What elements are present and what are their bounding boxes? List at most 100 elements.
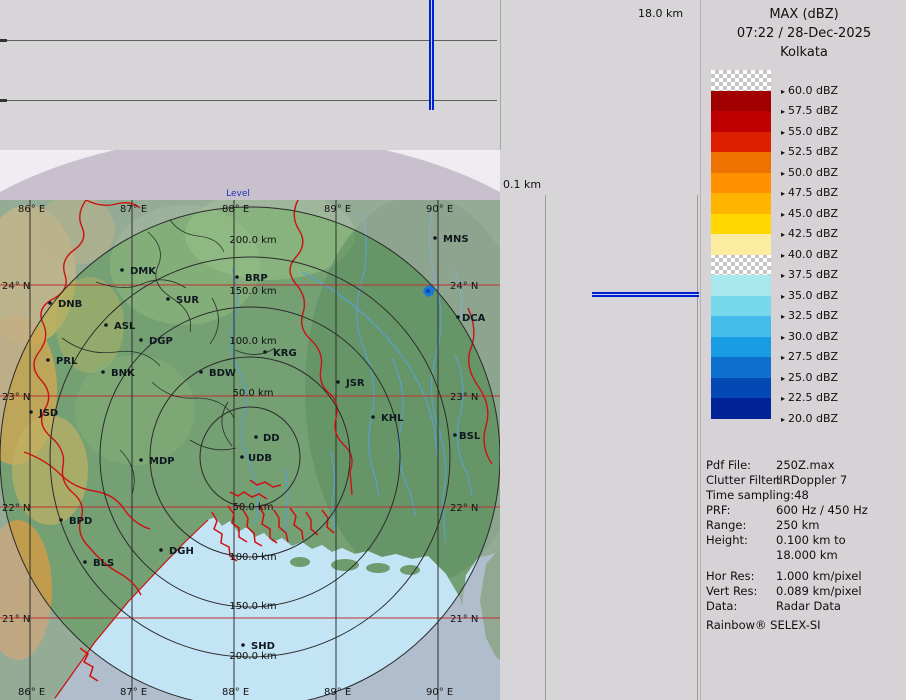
latitude-label-left: 22° N: [2, 503, 30, 514]
scale-arrow-icon: ▸: [781, 128, 785, 137]
scale-row: ▸37.5 dBZ: [711, 255, 771, 276]
scale-arrow-icon: ▸: [781, 251, 785, 260]
city-label-PRL: PRL: [56, 356, 78, 367]
scale-arrow-icon: ▸: [781, 353, 785, 362]
scale-row: ▸27.5 dBZ: [711, 337, 771, 358]
longitude-label-top: 89° E: [324, 204, 351, 215]
longitude-label-top: 90° E: [426, 204, 453, 215]
product-datetime: 07:22 / 28-Dec-2025: [701, 26, 906, 41]
min-height-label: 0.1 km: [503, 178, 541, 191]
scale-label: ▸42.5 dBZ: [781, 227, 838, 240]
scale-row: ▸50.0 dBZ: [711, 152, 771, 173]
scale-swatch: [711, 70, 771, 91]
scale-label: ▸45.0 dBZ: [781, 207, 838, 220]
info-value: 0.089 km/pixel: [776, 584, 862, 598]
latitude-label-right: 24° N: [450, 281, 478, 292]
axis-tick: [0, 99, 7, 102]
scale-arrow-icon: ▸: [781, 271, 785, 280]
range-ring-label: 200.0 km: [229, 651, 276, 662]
info-label: Time sampling:48: [706, 488, 809, 502]
scale-swatch: [711, 357, 771, 378]
radar-map-panel[interactable]: MNSDMKBRPSURDNBDCAASLDGPKRGPRLBDWBNKJSRJ…: [0, 150, 500, 700]
info-row: Vert Res:0.089 km/pixel: [701, 584, 906, 599]
info-row: 18.000 km: [701, 548, 906, 563]
radar-map[interactable]: MNSDMKBRPSURDNBDCAASLDGPKRGPRLBDWBNKJSRJ…: [0, 150, 500, 700]
info-label: Hor Res:: [706, 569, 754, 583]
level-label: Level: [226, 189, 250, 199]
scale-arrow-icon: ▸: [781, 148, 785, 157]
scale-swatch: [711, 132, 771, 153]
info-value: 600 Hz / 450 Hz: [776, 503, 868, 517]
scale-label: ▸47.5 dBZ: [781, 186, 838, 199]
scale-swatch: [711, 378, 771, 399]
longitude-label-top: 86° E: [18, 204, 45, 215]
longitude-label-bottom: 88° E: [222, 687, 249, 698]
scale-row: ▸42.5 dBZ: [711, 214, 771, 235]
scale-arrow-icon: ▸: [781, 169, 785, 178]
city-label-DD: DD: [263, 433, 280, 444]
axis-tick: [0, 39, 7, 42]
scale-swatch: [711, 275, 771, 296]
info-label: PRF:: [706, 503, 731, 517]
scale-row: ▸45.0 dBZ: [711, 193, 771, 214]
scale-row: ▸55.0 dBZ: [711, 111, 771, 132]
city-dot-ASL: [104, 323, 108, 327]
longitude-label-top: 88° E: [222, 204, 249, 215]
city-dot-BRP: [235, 275, 239, 279]
scale-label: ▸25.0 dBZ: [781, 371, 838, 384]
dbz-color-scale: ▸60.0 dBZ▸57.5 dBZ▸55.0 dBZ▸52.5 dBZ▸50.…: [711, 70, 771, 419]
scale-arrow-icon: ▸: [781, 415, 785, 424]
city-dot-KHL: [371, 415, 375, 419]
city-dot-SHD: [241, 643, 245, 647]
city-label-JSR: JSR: [345, 378, 365, 389]
range-ring-label: 200.0 km: [229, 235, 276, 246]
latitude-label-left: 24° N: [2, 281, 30, 292]
city-label-BRP: BRP: [245, 273, 268, 284]
scale-label: ▸52.5 dBZ: [781, 145, 838, 158]
scale-swatch: [711, 337, 771, 358]
city-dot-MDP: [139, 458, 143, 462]
height-gridline: [0, 100, 497, 101]
scale-arrow-icon: ▸: [781, 312, 785, 321]
city-label-DGP: DGP: [149, 336, 173, 347]
product-title: MAX (dBZ): [701, 7, 906, 22]
info-row: Height:0.100 km to: [701, 533, 906, 548]
city-dot-BPD: [59, 518, 63, 522]
city-dot-DD: [254, 435, 258, 439]
city-dot-JSD: [29, 410, 33, 414]
scale-swatch: [711, 173, 771, 194]
cross-section-top-panel: [0, 0, 501, 150]
info-value: 250Z.max: [776, 458, 835, 472]
info-label: Clutter Filter:: [706, 473, 781, 487]
longitude-label-bottom: 87° E: [120, 687, 147, 698]
scale-label: ▸50.0 dBZ: [781, 166, 838, 179]
city-label-MDP: MDP: [149, 456, 175, 467]
city-label-KRG: KRG: [273, 348, 297, 359]
info-label: Range:: [706, 518, 746, 532]
product-info-block: Pdf File:250Z.maxClutter Filter:IIRDoppl…: [701, 458, 906, 614]
city-label-DMK: DMK: [130, 266, 157, 277]
scale-swatch: [711, 255, 771, 276]
scale-arrow-icon: ▸: [781, 394, 785, 403]
scale-swatch: [711, 316, 771, 337]
info-value: Radar Data: [776, 599, 841, 613]
city-label-DCA: DCA: [462, 313, 486, 324]
info-value: 1.000 km/pixel: [776, 569, 862, 583]
city-dot-JSR: [336, 380, 340, 384]
city-dot-DCA: [456, 315, 460, 319]
panel-gridline: [697, 195, 698, 700]
range-ring-label: 150.0 km: [229, 286, 276, 297]
latitude-label-right: 22° N: [450, 503, 478, 514]
city-dot-PRL: [46, 358, 50, 362]
city-label-BNK: BNK: [111, 368, 136, 379]
scale-row: ▸32.5 dBZ: [711, 296, 771, 317]
info-row: PRF: 600 Hz / 450 Hz: [701, 503, 906, 518]
city-label-SUR: SUR: [176, 295, 199, 306]
map-top-band: [0, 150, 500, 200]
scale-label: ▸57.5 dBZ: [781, 104, 838, 117]
city-dot-DMK: [120, 268, 124, 272]
range-ring-label: 100.0 km: [229, 336, 276, 347]
latitude-label-left: 23° N: [2, 392, 30, 403]
info-value: 0.100 km to: [776, 533, 846, 547]
scale-swatch: [711, 296, 771, 317]
